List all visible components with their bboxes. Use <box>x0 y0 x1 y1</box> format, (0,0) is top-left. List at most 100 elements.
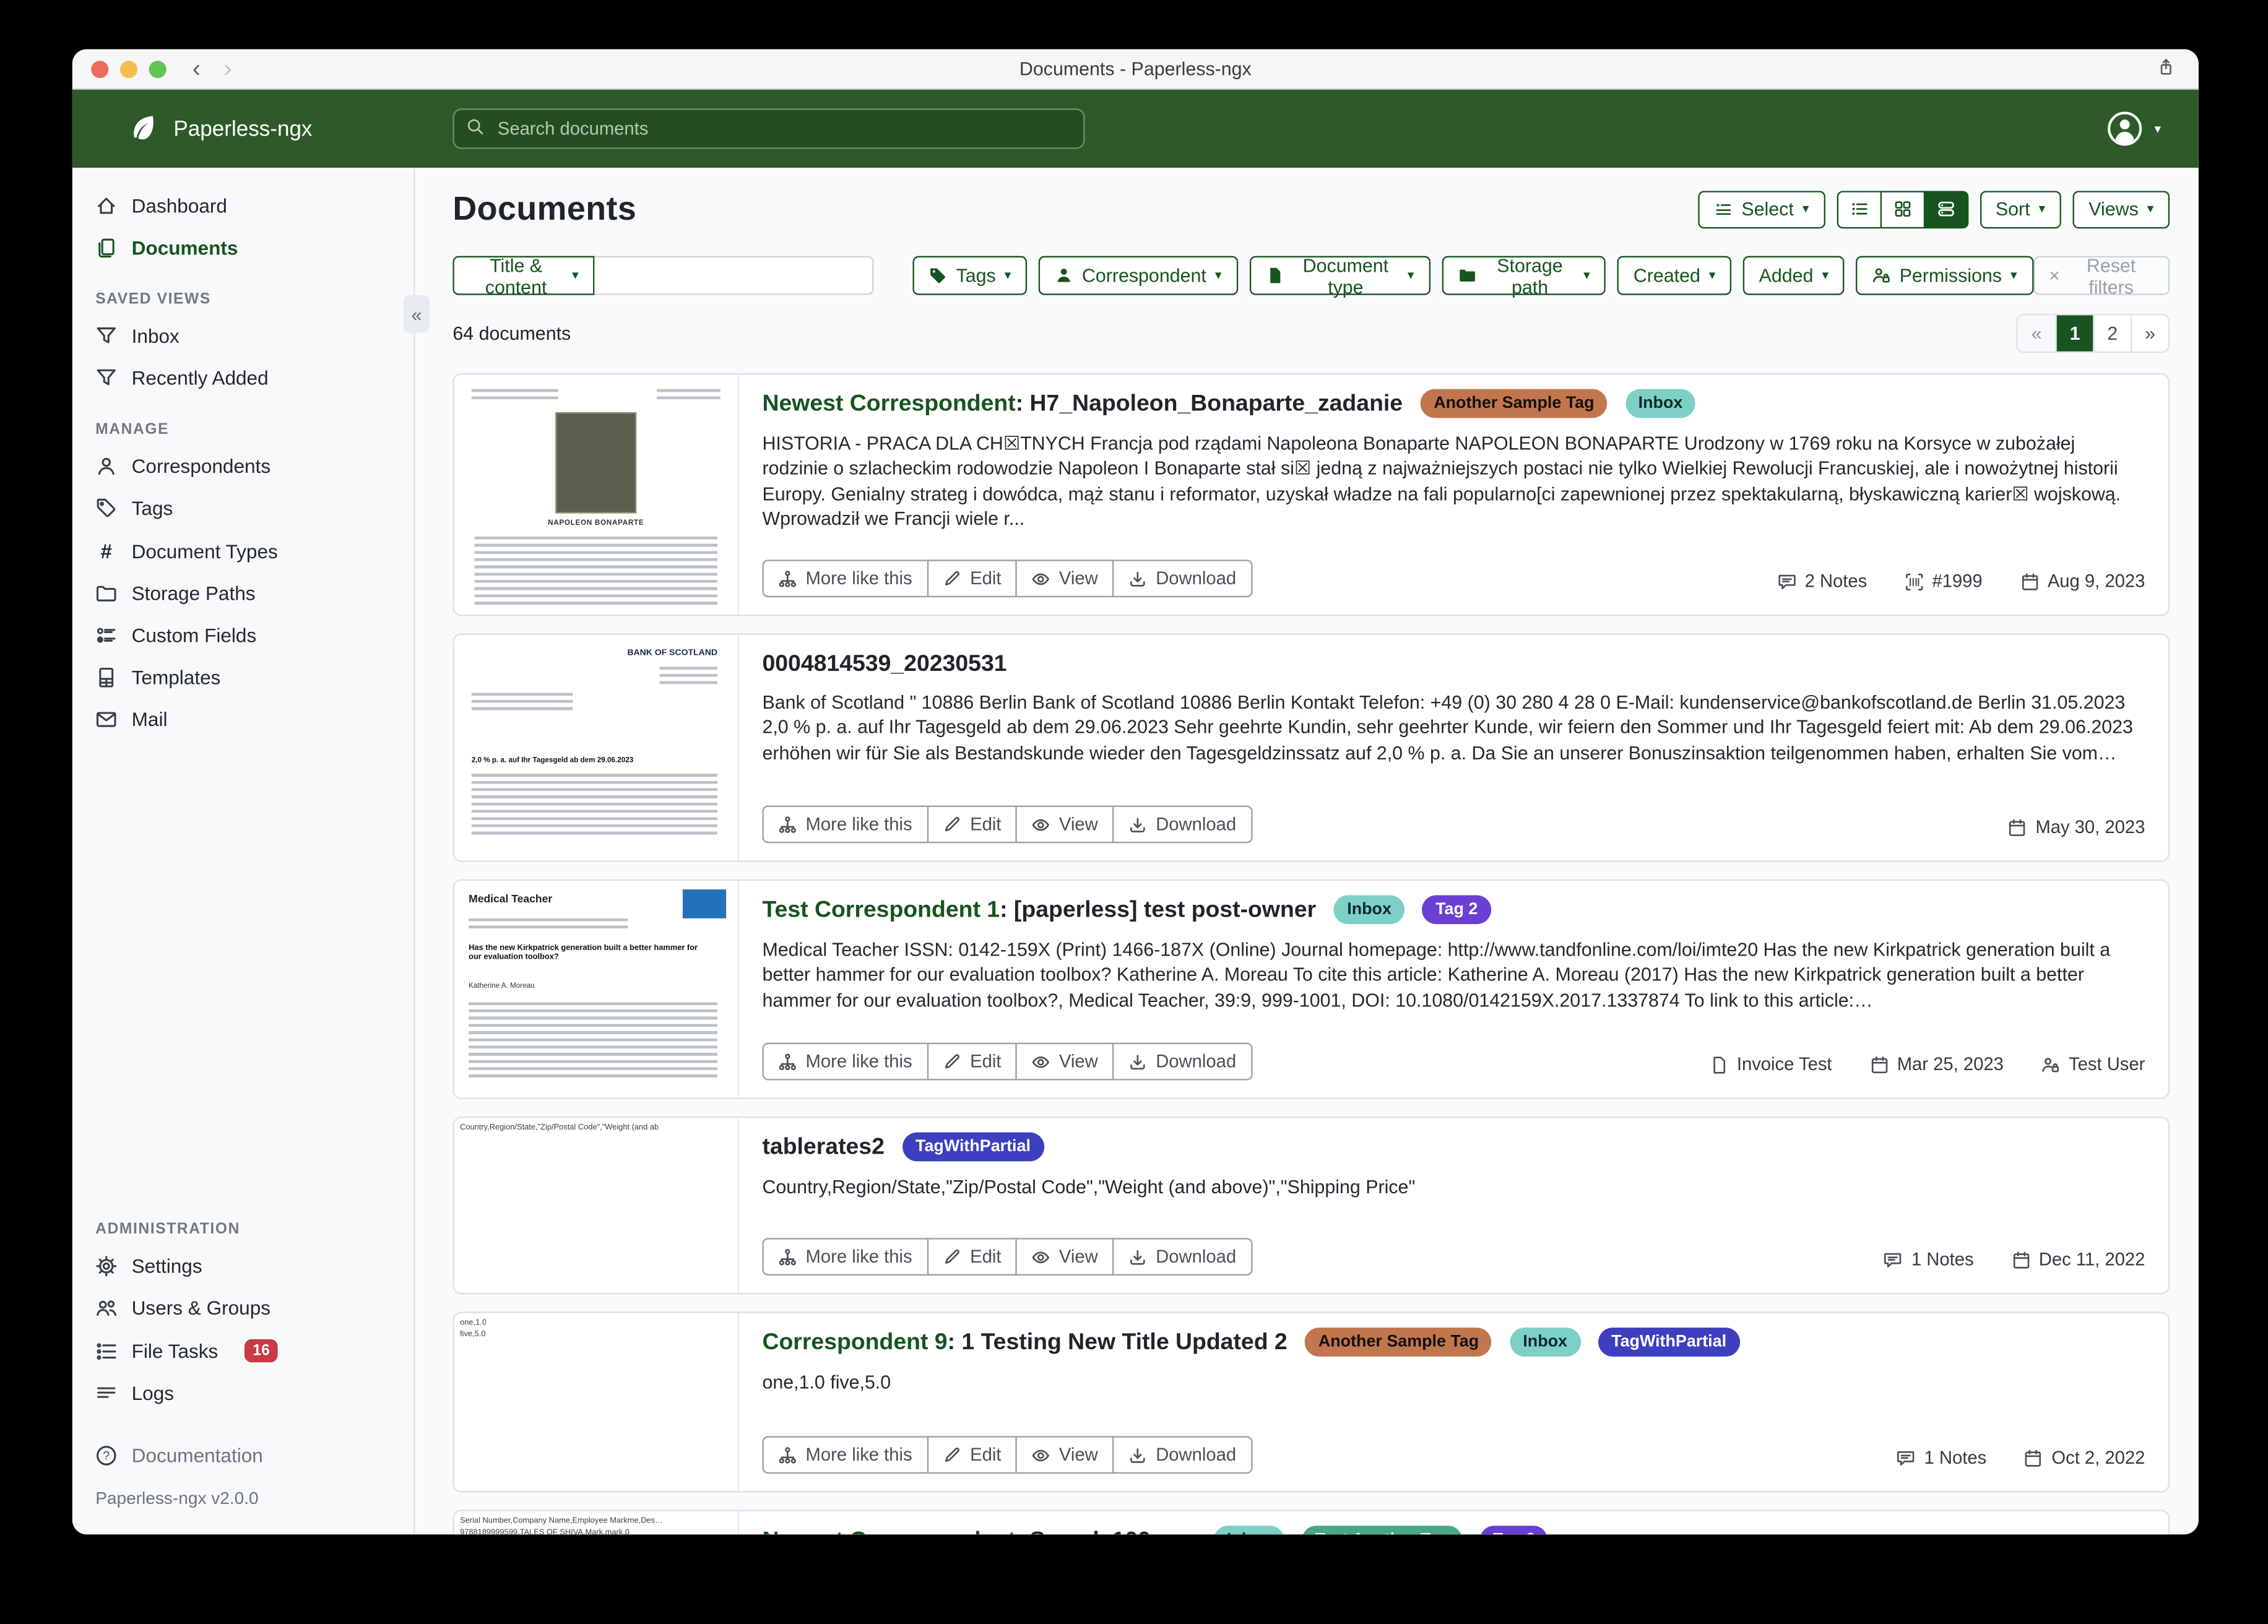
pagination-last[interactable]: » <box>2131 315 2168 351</box>
document-type-filter-button[interactable]: Document type ▾ <box>1249 256 1430 295</box>
more-like-this-button[interactable]: More like this <box>762 1436 928 1474</box>
asn-barcode-icon <box>1905 572 1923 590</box>
user-menu[interactable]: ▾ <box>2106 110 2161 148</box>
sidebar-item-storage-paths[interactable]: Storage Paths <box>72 572 413 615</box>
document-correspondent-link[interactable]: Test Correspondent 1 <box>762 898 1000 923</box>
sidebar-item-recently-added[interactable]: Recently Added <box>72 357 413 399</box>
tag-pill[interactable]: Another Sample Tag <box>1305 1328 1492 1357</box>
app-brand[interactable]: Paperless-ngx <box>128 113 313 144</box>
share-icon[interactable] <box>2157 58 2175 76</box>
more-like-this-button[interactable]: More like this <box>762 559 928 597</box>
grid-view-button[interactable] <box>1880 190 1924 228</box>
tag-pill[interactable]: Inbox <box>1510 1328 1580 1357</box>
pagination-page-1[interactable]: 1 <box>2055 315 2093 351</box>
pagination-page-2[interactable]: 2 <box>2093 315 2131 351</box>
sidebar-item-dashboard[interactable]: Dashboard <box>72 185 413 227</box>
document-thumbnail[interactable]: BANK OF SCOTLAND 2,0 % p. a. auf Ihr Tag… <box>454 635 739 861</box>
edit-button[interactable]: Edit <box>927 1238 1017 1276</box>
sidebar-item-label: Documents <box>132 237 238 259</box>
edit-button[interactable]: Edit <box>927 1043 1017 1081</box>
sidebar-item-document-types[interactable]: # Document Types <box>72 529 413 572</box>
document-thumbnail[interactable]: Serial Number,Company Name,Employee Mark… <box>454 1511 739 1534</box>
document-thumbnail[interactable]: Medical Teacher Has the new Kirkpatrick … <box>454 881 739 1098</box>
document-correspondent-link[interactable]: Newest Correspondent <box>762 1529 1015 1534</box>
sidebar-item-users-groups[interactable]: Users & Groups <box>72 1287 413 1329</box>
sort-button[interactable]: Sort ▾ <box>1980 190 2061 228</box>
sidebar-item-tags[interactable]: Tags <box>72 487 413 529</box>
view-button[interactable]: View <box>1016 1238 1114 1276</box>
view-button[interactable]: View <box>1016 1436 1114 1474</box>
download-button[interactable]: Download <box>1112 1043 1252 1081</box>
document-title[interactable]: Newest Correspondent: H7_Napoleon_Bonapa… <box>762 391 2145 421</box>
document-thumbnail[interactable]: NAPOLEON BONAPARTE <box>454 374 739 615</box>
detail-view-button[interactable] <box>1923 190 1968 228</box>
more-like-this-button[interactable]: More like this <box>762 1043 928 1081</box>
reset-filters-button[interactable]: × Reset filters <box>2033 256 2170 295</box>
title-content-dropdown-button[interactable]: Title & content ▾ <box>452 256 594 295</box>
notes-meta[interactable]: 1 Notes <box>1897 1448 1986 1468</box>
pencil-icon <box>943 1052 961 1071</box>
download-button[interactable]: Download <box>1112 1436 1252 1474</box>
view-button[interactable]: View <box>1016 1043 1114 1081</box>
view-button[interactable]: View <box>1016 806 1114 844</box>
document-correspondent-link[interactable]: Correspondent 9 <box>762 1331 947 1355</box>
notes-meta[interactable]: 2 Notes <box>1777 571 1867 592</box>
sidebar-item-label: Tags <box>132 498 173 519</box>
created-filter-button[interactable]: Created ▾ <box>1617 256 1731 295</box>
select-button[interactable]: Select ▾ <box>1698 190 1825 228</box>
sidebar-item-custom-fields[interactable]: Custom Fields <box>72 615 413 657</box>
pagination-first[interactable]: « <box>2018 315 2056 351</box>
document-correspondent-link[interactable]: Newest Correspondent <box>762 392 1015 417</box>
sidebar-item-templates[interactable]: Templates <box>72 657 413 699</box>
more-like-this-button[interactable]: More like this <box>762 1238 928 1276</box>
tag-pill[interactable]: Tag 2 <box>1422 896 1491 925</box>
tag-pill[interactable]: Test Another Tag <box>1302 1526 1462 1535</box>
sidebar-item-documentation[interactable]: Documentation <box>72 1435 413 1477</box>
tag-pill[interactable]: Tag 2 <box>1480 1526 1548 1535</box>
title-content-input[interactable] <box>594 256 873 295</box>
tag-pill[interactable]: Inbox <box>1625 389 1696 418</box>
tag-pill[interactable]: TagWithPartial <box>1598 1328 1739 1357</box>
document-title[interactable]: Newest Correspondent: Sample100.csv Inbo… <box>762 1527 2145 1535</box>
document-title[interactable]: Test Correspondent 1: [paperless] test p… <box>762 897 2145 928</box>
edit-button[interactable]: Edit <box>927 806 1017 844</box>
sidebar-item-documents[interactable]: Documents <box>72 227 413 269</box>
document-card: BANK OF SCOTLAND 2,0 % p. a. auf Ihr Tag… <box>452 633 2170 862</box>
download-button[interactable]: Download <box>1112 806 1252 844</box>
notes-meta[interactable]: 1 Notes <box>1884 1250 1974 1270</box>
search-input[interactable] <box>452 108 1084 149</box>
added-filter-button[interactable]: Added ▾ <box>1743 256 1845 295</box>
sidebar-item-file-tasks[interactable]: File Tasks 16 <box>72 1329 413 1372</box>
tag-pill[interactable]: Inbox <box>1334 896 1405 925</box>
document-thumbnail[interactable]: one,1.0 five,5.0 <box>454 1313 739 1491</box>
document-title[interactable]: tablerates2 TagWithPartial <box>762 1134 2145 1165</box>
edit-button[interactable]: Edit <box>927 1436 1017 1474</box>
gear-icon <box>95 1255 117 1277</box>
download-button[interactable]: Download <box>1112 1238 1252 1276</box>
document-title[interactable]: 0004814539_20230531 <box>762 651 2145 680</box>
tag-pill[interactable]: TagWithPartial <box>902 1133 1044 1162</box>
sidebar-item-inbox[interactable]: Inbox <box>72 315 413 357</box>
sidebar-collapse-button[interactable]: « <box>404 295 430 333</box>
storage-path-filter-button[interactable]: Storage path ▾ <box>1442 256 1606 295</box>
sidebar-item-logs[interactable]: Logs <box>72 1373 413 1415</box>
sidebar-item-settings[interactable]: Settings <box>72 1245 413 1287</box>
tag-pill[interactable]: Inbox <box>1214 1526 1284 1535</box>
edit-button[interactable]: Edit <box>927 559 1017 597</box>
download-icon <box>1128 1446 1147 1464</box>
document-title[interactable]: Correspondent 9: 1 Testing New Title Upd… <box>762 1329 2145 1360</box>
view-toolbar: Select ▾ <box>1698 190 2170 228</box>
view-button[interactable]: View <box>1016 559 1114 597</box>
document-thumbnail[interactable]: Country,Region/State,"Zip/Postal Code","… <box>454 1118 739 1293</box>
more-like-this-button[interactable]: More like this <box>762 806 928 844</box>
pencil-icon <box>943 1446 961 1464</box>
sidebar-item-mail[interactable]: Mail <box>72 699 413 741</box>
list-view-button[interactable] <box>1837 190 1881 228</box>
tags-filter-button[interactable]: Tags ▾ <box>912 256 1027 295</box>
correspondent-filter-button[interactable]: Correspondent ▾ <box>1039 256 1237 295</box>
permissions-filter-button[interactable]: Permissions ▾ <box>1856 256 2033 295</box>
sidebar-item-correspondents[interactable]: Correspondents <box>72 446 413 488</box>
tag-pill[interactable]: Another Sample Tag <box>1421 389 1607 418</box>
views-button[interactable]: Views ▾ <box>2073 190 2170 228</box>
download-button[interactable]: Download <box>1112 559 1252 597</box>
